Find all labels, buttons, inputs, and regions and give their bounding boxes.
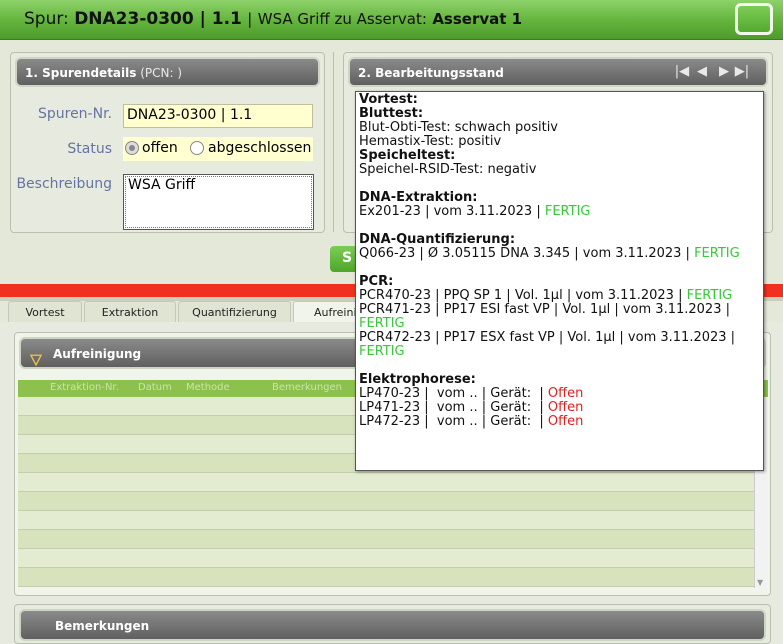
- last-icon[interactable]: ▶|: [734, 64, 750, 80]
- popup-dna-extraktion-heading: DNA-Extraktion:: [359, 190, 478, 205]
- popup-speichel-rsid-line: Speichel-RSID-Test: negativ: [359, 162, 537, 177]
- bemerkungen-title: Bemerkungen: [55, 619, 150, 633]
- status-fertig: FERTIG: [544, 204, 591, 219]
- pcn-label: (PCN: ): [140, 66, 183, 80]
- status-offen-label[interactable]: offen: [142, 140, 178, 156]
- table-row[interactable]: [18, 511, 754, 530]
- status-radio-group: offen abgeschlossen: [123, 137, 313, 161]
- status-offen-radio[interactable]: [125, 141, 139, 155]
- col-bemerkungen[interactable]: Bemerkungen: [272, 382, 342, 393]
- status-fertig: FERTIG: [694, 246, 740, 261]
- col-datum[interactable]: Datum: [138, 382, 172, 393]
- popup-lp470-line: LP470-23 | vom .. | Gerät: | Offen: [359, 386, 584, 401]
- title-bar: Spur: DNA23-0300 | 1.1 | WSA Griff zu As…: [0, 0, 783, 40]
- panel-divider: [333, 52, 334, 232]
- popup-pcr-heading: PCR:: [359, 274, 394, 289]
- status-fertig: FERTIG: [686, 288, 733, 303]
- beschreibung-label: Beschreibung: [16, 176, 112, 192]
- tab-extraktion[interactable]: Extraktion: [84, 301, 176, 323]
- title-prefix: Spur:: [24, 9, 69, 29]
- popup-lp472-line: LP472-23 | vom .. | Gerät: | Offen: [359, 414, 584, 429]
- prev-icon[interactable]: ◀: [694, 64, 710, 80]
- bearbeitungsstand-title: 2. Bearbeitungsstand: [358, 66, 504, 80]
- popup-pcr472-line: PCR472-23 | PP17 ESX fast VP | Vol. 1µl …: [359, 330, 736, 345]
- status-abgeschlossen-radio[interactable]: [190, 141, 204, 155]
- status-fertig: FERTIG: [359, 316, 405, 331]
- status-offen: Offen: [547, 400, 584, 415]
- popup-hemastix-line: Hemastix-Test: positiv: [359, 134, 502, 149]
- first-icon[interactable]: |◀: [674, 64, 690, 80]
- title-spur-code: DNA23-0300 | 1.1: [74, 9, 242, 29]
- popup-blut-obti-line: Blut-Obti-Test: schwach positiv: [359, 120, 558, 135]
- title-description: WSA Griff zu Asservat:: [257, 10, 427, 28]
- col-methode[interactable]: Methode: [186, 382, 230, 393]
- popup-pcr471-line: PCR471-23 | PP17 ESI fast VP | Vol. 1µl …: [359, 302, 730, 317]
- status-label: Status: [67, 141, 112, 157]
- popup-q066-line: Q066-23 | Ø 3.05115 DNA 3.345 | vom 3.11…: [359, 246, 740, 261]
- bearbeitungsstand-header: 2. Bearbeitungsstand |◀ ◀ ▶ ▶|: [348, 57, 768, 87]
- status-offen: Offen: [547, 414, 584, 429]
- tab-aufreinigung[interactable]: Aufreinig: [293, 301, 363, 323]
- window-action-button[interactable]: [735, 3, 773, 35]
- tab-quantifizierung[interactable]: Quantifizierung: [178, 301, 291, 323]
- status-offen: Offen: [547, 386, 584, 401]
- funnel-icon: 🜄: [29, 351, 43, 370]
- col-extraktion-nr[interactable]: Extraktion-Nr.: [50, 382, 119, 393]
- next-icon[interactable]: ▶: [716, 64, 732, 80]
- window-title: Spur: DNA23-0300 | 1.1 | WSA Griff zu As…: [24, 9, 522, 29]
- popup-vortest-heading: Vortest:: [359, 92, 418, 107]
- tab-vortest[interactable]: Vortest: [8, 301, 82, 323]
- popup-ex201-line: Ex201-23 | vom 3.11.2023 | FERTIG: [359, 204, 591, 219]
- spurendetails-header: 1. Spurendetails (PCN: ): [15, 57, 320, 87]
- table-row[interactable]: [18, 568, 754, 587]
- scroll-down-icon[interactable]: ▼: [757, 578, 763, 587]
- table-row[interactable]: [18, 492, 754, 511]
- popup-bluttest-heading: Bluttest:: [359, 106, 424, 121]
- table-row[interactable]: [18, 473, 754, 492]
- popup-elektrophorese-heading: Elektrophorese:: [359, 372, 476, 387]
- aufreinigung-title: Aufreinigung: [53, 347, 142, 361]
- popup-dna-quant-heading: DNA-Quantifizierung:: [359, 232, 516, 247]
- spurendetails-title: 1. Spurendetails: [25, 66, 137, 80]
- popup-speicheltest-heading: Speicheltest:: [359, 148, 456, 163]
- bemerkungen-panel: Bemerkungen: [14, 604, 771, 644]
- table-row[interactable]: [18, 530, 754, 549]
- title-asservat: Asservat 1: [432, 10, 523, 28]
- status-abgeschlossen-label[interactable]: abgeschlossen: [208, 140, 311, 156]
- beschreibung-textarea[interactable]: WSA Griff: [123, 174, 314, 230]
- spuren-nr-input[interactable]: DNA23-0300 | 1.1: [123, 104, 313, 128]
- popup-pcr470-line: PCR470-23 | PPQ SP 1 | Vol. 1µl | vom 3.…: [359, 288, 733, 303]
- table-row[interactable]: [18, 549, 754, 568]
- title-separator: |: [247, 10, 253, 28]
- bemerkungen-header: Bemerkungen: [19, 609, 766, 641]
- popup-lp471-line: LP471-23 | vom .. | Gerät: | Offen: [359, 400, 584, 415]
- bearbeitungsstand-popup: Vortest: Bluttest: Blut-Obti-Test: schwa…: [355, 91, 764, 471]
- spuren-nr-label: Spuren-Nr.: [37, 106, 112, 122]
- status-fertig: FERTIG: [359, 344, 405, 359]
